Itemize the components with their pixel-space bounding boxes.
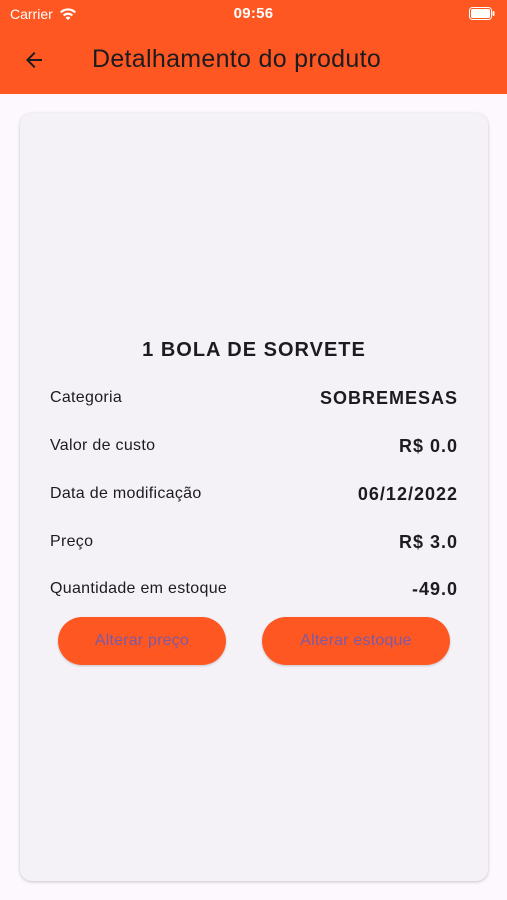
detail-row-cost: Valor de custo R$ 0.0: [50, 434, 458, 458]
detail-label: Valor de custo: [50, 437, 156, 454]
detail-label: Quantidade em estoque: [50, 580, 228, 597]
detail-row-price: Preço R$ 3.0: [50, 530, 458, 554]
detail-label: Preço: [50, 533, 94, 550]
detail-label: Categoria: [50, 389, 123, 406]
product-name: 1 BOLA DE SORVETE: [142, 339, 366, 361]
detail-row-modified-date: Data de modificação 06/12/2022: [50, 482, 458, 506]
battery-icon: [469, 7, 495, 20]
status-bar: Carrier 09:56: [0, 0, 507, 28]
app-bar: Detalhamento do produto: [0, 28, 507, 94]
detail-value: R$ 3.0: [398, 531, 458, 552]
detail-label: Data de modificação: [50, 485, 202, 502]
change-stock-button[interactable]: Alterar estoque: [262, 617, 450, 665]
detail-value: SOBREMESAS: [319, 387, 458, 408]
page-title: Detalhamento do produto: [92, 45, 382, 73]
detail-value: -49.0: [411, 578, 458, 599]
product-detail-card: 1 BOLA DE SORVETE Categoria SOBREMESAS V…: [20, 113, 488, 881]
detail-value: R$ 0.0: [398, 435, 458, 456]
back-button[interactable]: [18, 46, 50, 78]
detail-row-category: Categoria SOBREMESAS: [50, 386, 458, 410]
arrow-back-icon: [22, 48, 46, 77]
detail-row-stock: Quantidade em estoque -49.0: [50, 577, 458, 601]
change-price-button[interactable]: Alterar preço: [58, 617, 226, 665]
detail-value: 06/12/2022: [357, 483, 458, 504]
status-time: 09:56: [233, 5, 274, 22]
